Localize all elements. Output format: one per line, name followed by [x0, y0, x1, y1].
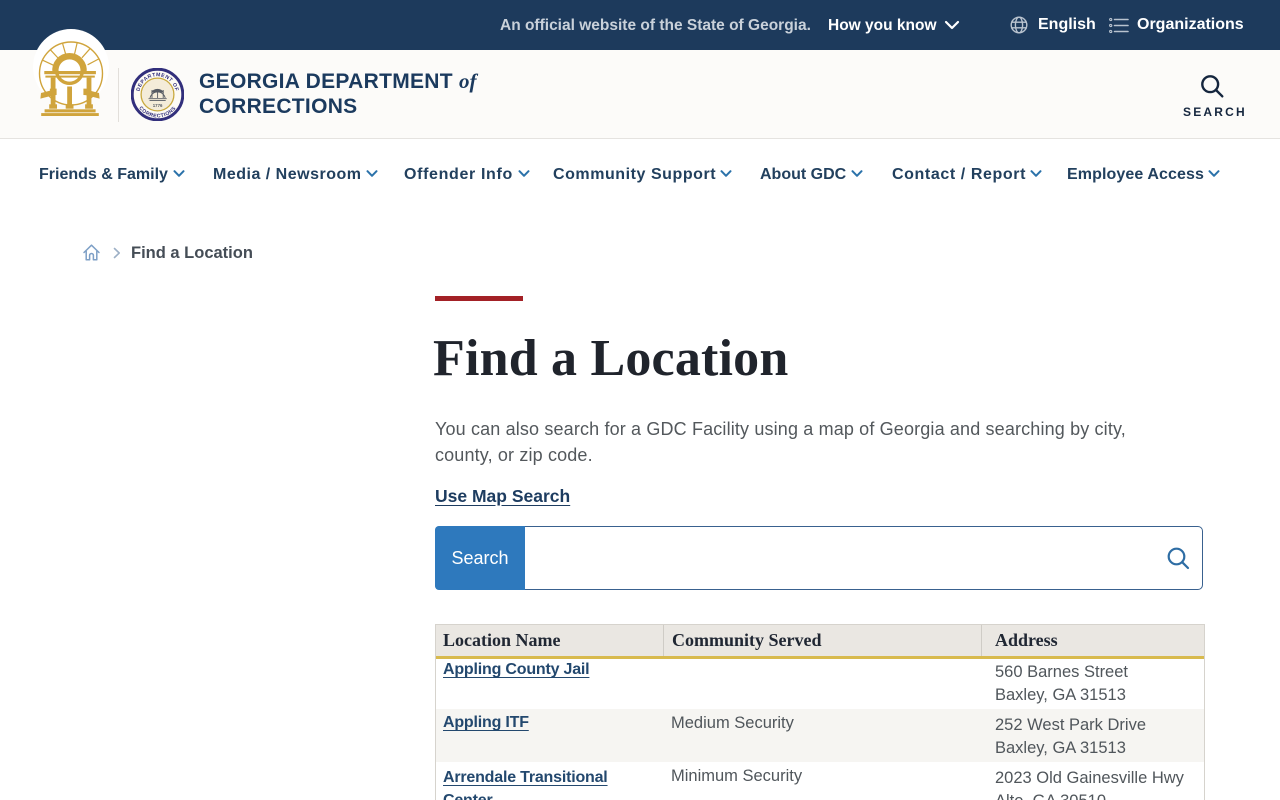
svg-text:1776: 1776 [153, 103, 163, 108]
